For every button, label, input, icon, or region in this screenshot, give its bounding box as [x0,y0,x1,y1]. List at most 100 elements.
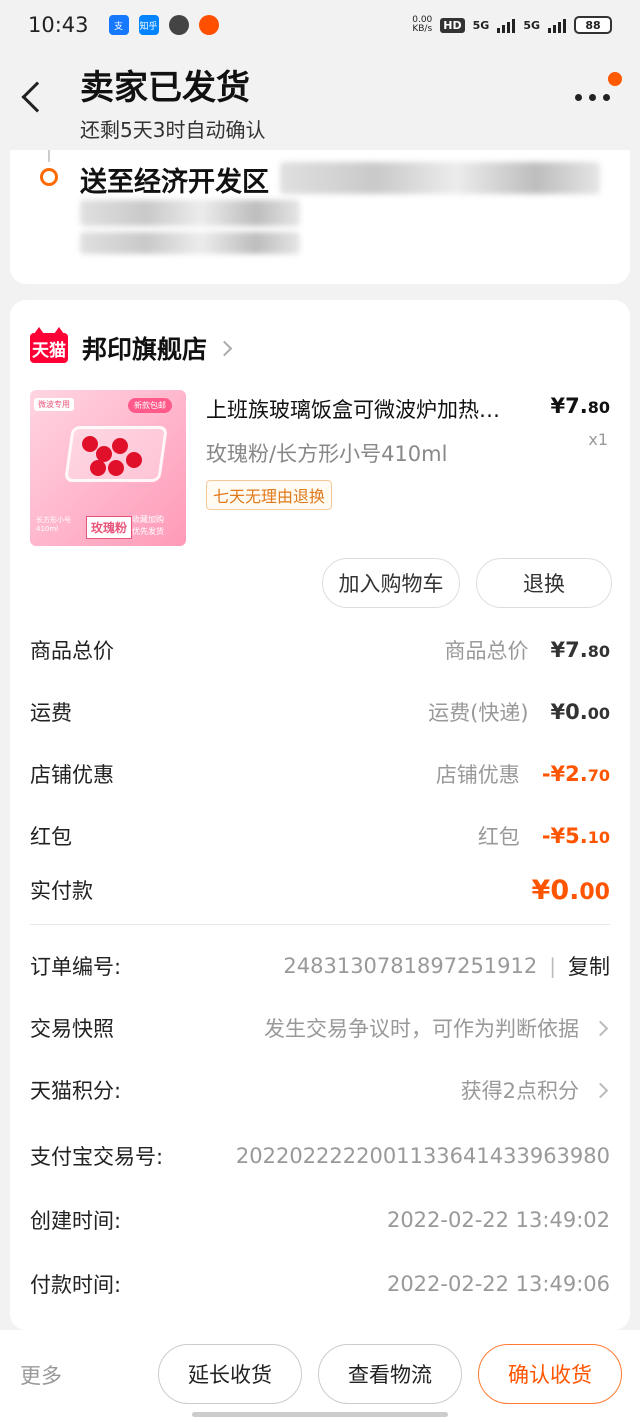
value-decimal: 70 [587,766,610,785]
price-integer: ¥7. [550,394,588,418]
row-detail: 店铺优惠 [435,763,520,787]
product-price: ¥7.80 [551,394,610,418]
snapshot-hint: 发生交易争议时，可作为判断依据 [264,1017,579,1041]
value-decimal: 00 [579,879,610,905]
status-time: 10:43 [28,13,89,37]
back-icon[interactable] [21,81,53,113]
location-dot-icon [40,168,58,186]
red-packet-row: 红包 红包 -¥5.10 [30,816,610,856]
paid-time-row: 付款时间: 2022-02-22 13:49:06 [30,1264,610,1304]
auto-confirm-countdown: 还剩5天3时自动确认 [80,118,266,142]
more-options-icon[interactable] [575,94,610,101]
zhifubao-icon: 支 [108,15,129,35]
alipay-trade-row: 支付宝交易号: 2022022222001133641433963980 [30,1136,610,1176]
more-link[interactable]: 更多 [20,1360,62,1390]
page-header: 卖家已发货 还剩5天3时自动确认 [0,50,640,150]
add-to-cart-button[interactable]: 加入购物车 [322,558,460,608]
row-label: 红包 [30,825,72,849]
shop-header[interactable]: 天猫 邦印旗舰店 [30,327,233,366]
view-logistics-button[interactable]: 查看物流 [318,1344,462,1404]
sim1-label: 5G [472,18,490,32]
value-integer: ¥7. [550,638,588,662]
chat-icon [168,15,189,35]
separator: | [549,954,556,978]
row-detail: 商品总价 [444,639,529,663]
net-speed-unit: KB/s [412,24,433,34]
alipay-trade-number: 2022022222001133641433963980 [235,1144,610,1168]
row-detail: 运费(快递) [428,701,529,725]
address-redacted [280,162,600,194]
signal-icon [548,17,566,33]
product-image-tag: 新款包邮 [128,398,172,413]
status-right: 0.00 KB/s HD 5G 5G 88 [412,16,612,34]
row-value: -¥5.10 [542,824,610,848]
value-integer: -¥5. [541,824,588,848]
recipient-redacted [80,232,300,254]
row-value: ¥7.80 [551,638,610,662]
row-detail: 红包 [477,825,520,849]
tomato-graphic [90,460,106,476]
address-text: 送至经济开发区 [80,167,269,198]
created-time-row: 创建时间: 2022-02-22 13:49:02 [30,1200,610,1240]
hd-badge: HD [440,17,465,33]
amount-paid-row: 实付款 ¥0.00 [30,870,610,910]
tomato-graphic [82,436,98,452]
home-indicator[interactable] [192,1412,448,1417]
extend-receipt-button[interactable]: 延长收货 [158,1344,302,1404]
net-speed: 0.00 KB/s [412,16,432,34]
row-label: 实付款 [30,879,93,903]
timeline-line [48,150,50,162]
row-label: 运费 [30,701,72,725]
value-decimal: 00 [587,704,610,723]
value-integer: -¥2. [541,762,588,786]
value-decimal: 10 [587,828,610,847]
snapshot-row[interactable]: 交易快照 发生交易争议时，可作为判断依据 [30,1008,610,1048]
tomato-graphic [126,452,142,468]
return-exchange-button[interactable]: 退换 [476,558,612,608]
value-decimal: 80 [587,642,610,661]
zhihu-icon: 知乎 [138,15,159,35]
divider [30,924,610,925]
signal-icon [497,17,516,33]
order-card: 天猫 邦印旗舰店 微波专用 新款包邮 长方形小号 410ml 玫瑰粉 收藏加购 … [10,300,630,1330]
shop-name[interactable]: 邦印旗舰店 [82,330,207,366]
product-quantity: x1 [588,430,608,449]
row-value: ¥0.00 [551,700,610,724]
product-image-tag: 微波专用 [34,398,74,411]
taobao-icon [198,15,219,35]
amount-paid-value: ¥0.00 [532,875,610,906]
chevron-right-icon [592,1020,609,1036]
status-app-icons: 支 知乎 [108,15,219,35]
row-label: 创建时间: [30,1209,122,1233]
battery-icon: 88 [574,16,612,34]
chevron-right-icon [592,1082,609,1098]
row-label: 支付宝交易号: [30,1145,164,1169]
value-integer: ¥0. [550,700,588,724]
created-time: 2022-02-22 13:49:02 [386,1208,610,1232]
status-bar: 10:43 支 知乎 0.00 KB/s HD 5G 5G 88 [0,0,640,50]
row-label: 交易快照 [30,1017,114,1041]
address-card[interactable]: 送至经济开发区 [10,150,630,284]
tmall-points-row[interactable]: 天猫积分: 获得2点积分 [30,1070,610,1110]
notification-dot [608,72,622,86]
chevron-right-icon [216,340,233,356]
value-integer: ¥0. [531,874,580,906]
shipping-row: 运费 运费(快递) ¥0.00 [30,692,610,732]
row-label: 订单编号: [30,955,122,979]
product-title[interactable]: 上班族玻璃饭盒可微波炉加热… [206,394,536,424]
shop-discount-row: 店铺优惠 店铺优惠 -¥2.70 [30,754,610,794]
tomato-graphic [112,438,128,454]
tmall-logo: 天猫 [30,327,68,363]
confirm-receipt-button[interactable]: 确认收货 [478,1344,622,1404]
row-value: -¥2.70 [542,762,610,786]
order-number: 2483130781897251912 [283,954,538,978]
return-policy-badge: 七天无理由退换 [206,480,333,510]
product-image-promo: 收藏加购 优先发货 [132,515,164,536]
points-value: 获得2点积分 [460,1079,579,1103]
row-label: 商品总价 [30,639,114,663]
row-label: 付款时间: [30,1273,122,1297]
copy-button[interactable]: 复制 [568,951,610,981]
tomato-graphic [108,460,124,476]
product-image[interactable]: 微波专用 新款包邮 长方形小号 410ml 玫瑰粉 收藏加购 优先发货 [30,390,186,546]
row-label: 天猫积分: [30,1079,122,1103]
